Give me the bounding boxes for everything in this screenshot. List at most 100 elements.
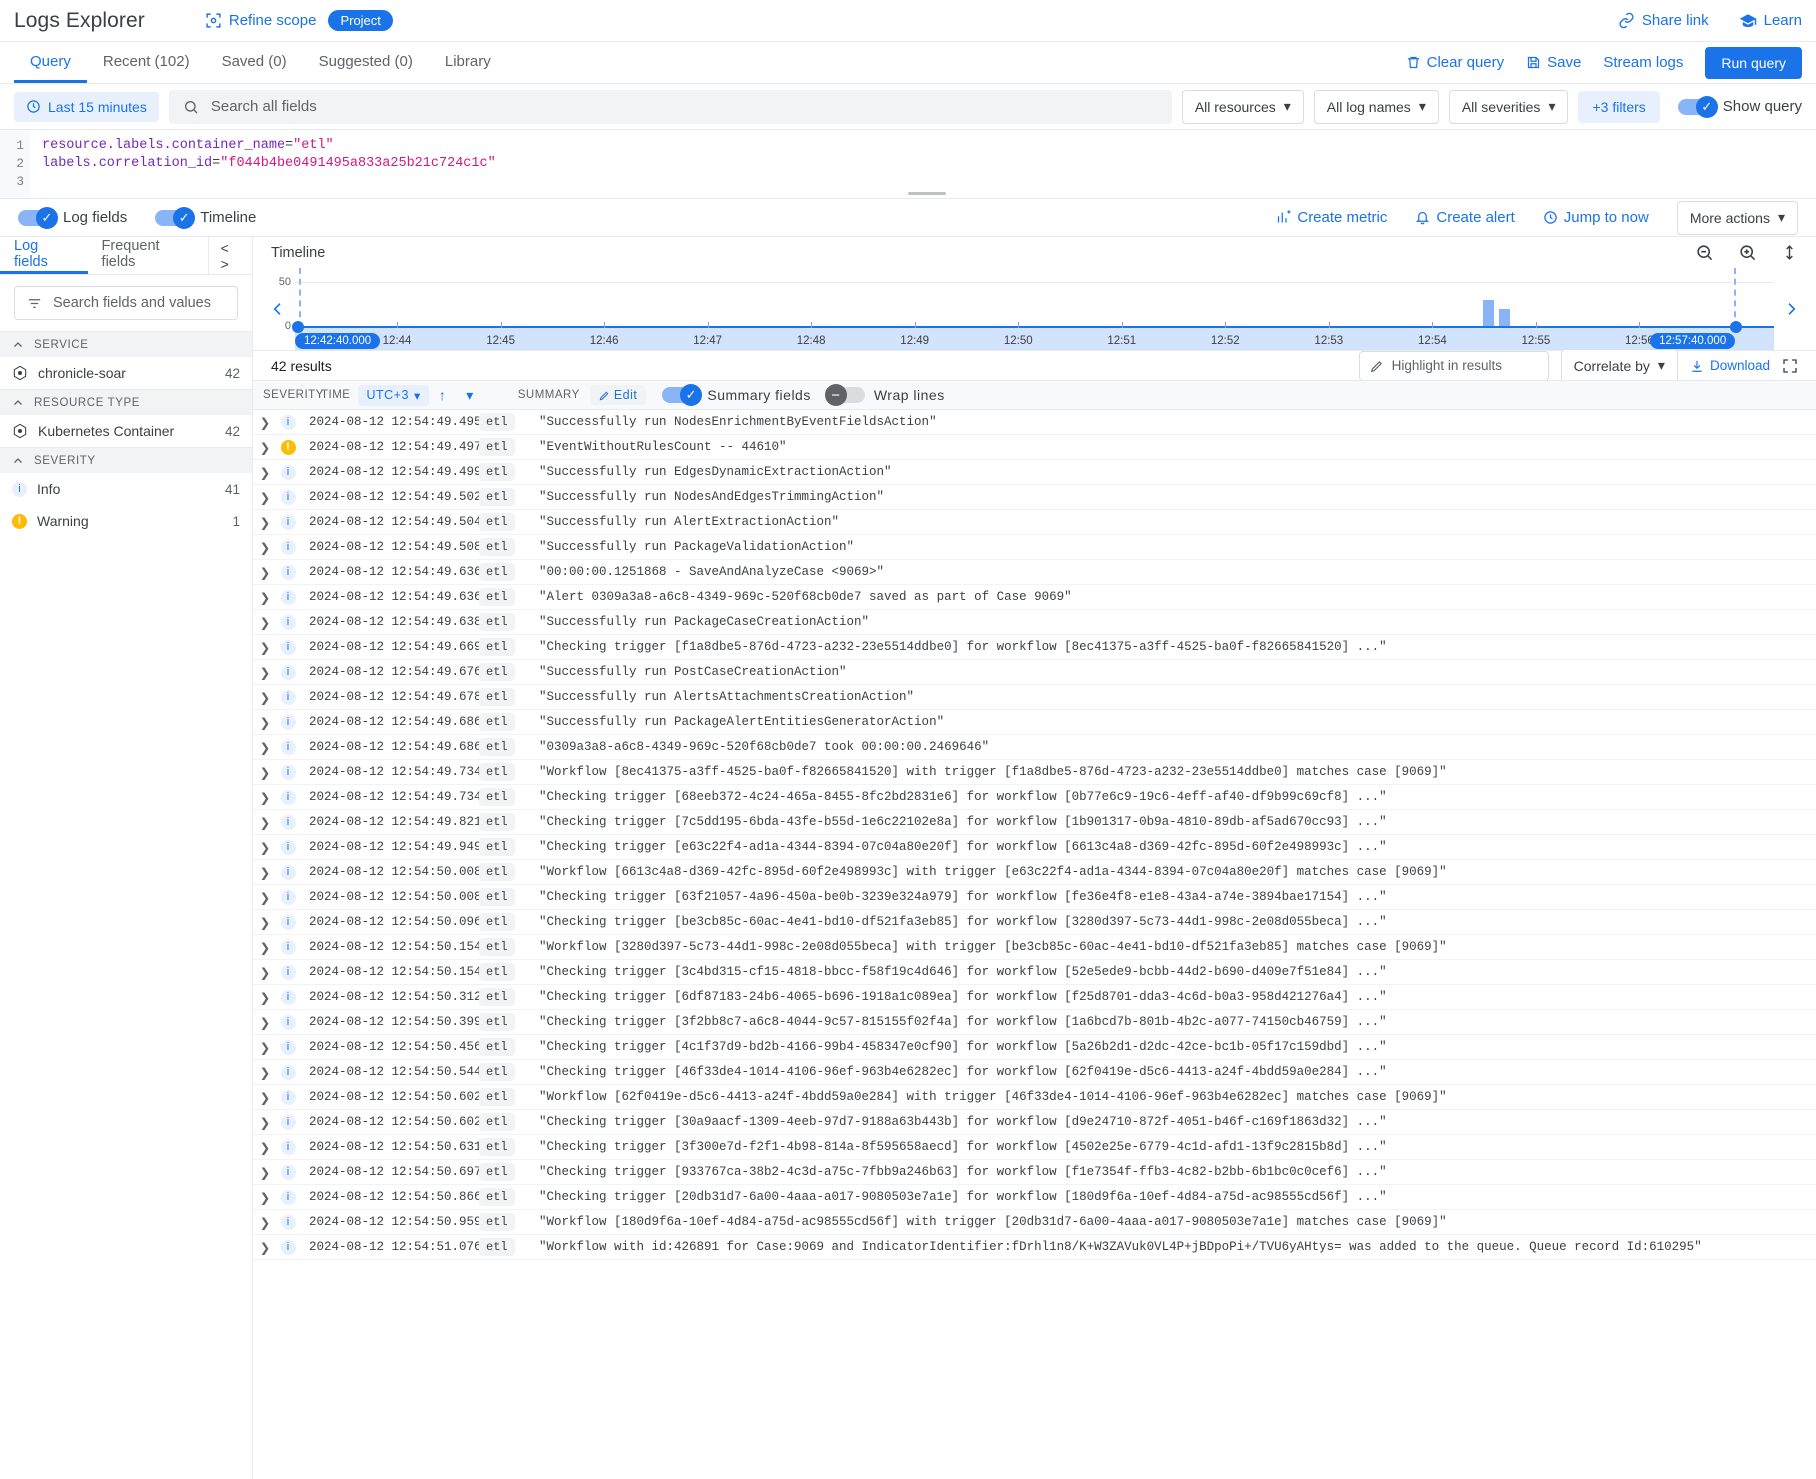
expand-row-icon[interactable]: ❯: [253, 515, 277, 530]
expand-row-icon[interactable]: ❯: [253, 465, 277, 480]
correlate-by-dropdown[interactable]: Correlate by ▾: [1561, 349, 1678, 383]
fullscreen-icon[interactable]: [1782, 358, 1798, 374]
table-row[interactable]: ❯!2024-08-12 12:54:49.497etl"EventWithou…: [253, 435, 1816, 460]
table-row[interactable]: ❯i2024-08-12 12:54:49.669etl"Checking tr…: [253, 635, 1816, 660]
table-row[interactable]: ❯i2024-08-12 12:54:50.154etl"Workflow [3…: [253, 935, 1816, 960]
create-metric-button[interactable]: Create metric: [1276, 209, 1387, 226]
clear-query-button[interactable]: Clear query: [1406, 54, 1505, 71]
all-resources-dropdown[interactable]: All resources ▾: [1182, 90, 1304, 124]
expand-row-icon[interactable]: ❯: [253, 440, 277, 455]
tab-saved[interactable]: Saved (0): [206, 42, 303, 83]
expand-row-icon[interactable]: ❯: [253, 590, 277, 605]
expand-row-icon[interactable]: ❯: [253, 665, 277, 680]
group-header-severity[interactable]: SEVERITY: [0, 447, 252, 473]
save-button[interactable]: Save: [1526, 54, 1581, 71]
expand-row-icon[interactable]: ❯: [253, 415, 277, 430]
table-row[interactable]: ❯i2024-08-12 12:54:49.495etl"Successfull…: [253, 410, 1816, 435]
timeline-chart[interactable]: 50 0: [253, 268, 1816, 350]
expand-row-icon[interactable]: ❯: [253, 965, 277, 980]
expand-row-icon[interactable]: ❯: [253, 840, 277, 855]
expand-row-icon[interactable]: ❯: [253, 715, 277, 730]
expand-row-icon[interactable]: ❯: [253, 490, 277, 505]
zoom-in-icon[interactable]: [1738, 243, 1757, 262]
table-row[interactable]: ❯i2024-08-12 12:54:51.076etl"Workflow wi…: [253, 1235, 1816, 1260]
time-range-selector[interactable]: Last 15 minutes: [14, 92, 159, 122]
histogram-bar[interactable]: [1499, 309, 1510, 326]
create-alert-button[interactable]: Create alert: [1415, 209, 1514, 226]
all-severities-dropdown[interactable]: All severities ▾: [1449, 90, 1569, 124]
expand-row-icon[interactable]: ❯: [253, 890, 277, 905]
table-row[interactable]: ❯i2024-08-12 12:54:49.949etl"Checking tr…: [253, 835, 1816, 860]
table-row[interactable]: ❯i2024-08-12 12:54:49.734etl"Workflow [8…: [253, 760, 1816, 785]
expand-row-icon[interactable]: ❯: [253, 1190, 277, 1205]
summary-fields-toggle[interactable]: [662, 387, 698, 403]
expand-row-icon[interactable]: ❯: [253, 915, 277, 930]
sort-menu-button[interactable]: ▾: [456, 387, 484, 404]
table-row[interactable]: ❯i2024-08-12 12:54:49.686etl"Successfull…: [253, 710, 1816, 735]
query-code[interactable]: resource.labels.container_name="etl" lab…: [30, 130, 1816, 198]
expand-row-icon[interactable]: ❯: [253, 1115, 277, 1130]
table-row[interactable]: ❯i2024-08-12 12:54:50.866etl"Checking tr…: [253, 1185, 1816, 1210]
highlight-input[interactable]: Highlight in results: [1359, 351, 1549, 381]
table-row[interactable]: ❯i2024-08-12 12:54:49.821etl"Checking tr…: [253, 810, 1816, 835]
timeline-next-button[interactable]: [1774, 268, 1808, 350]
editor-resize-handle[interactable]: [908, 192, 946, 195]
table-row[interactable]: ❯i2024-08-12 12:54:50.154etl"Checking tr…: [253, 960, 1816, 985]
expand-row-icon[interactable]: ❯: [253, 940, 277, 955]
sidebar-item-warning[interactable]: ! Warning 1: [0, 505, 252, 537]
refine-scope-button[interactable]: Refine scope: [205, 12, 317, 29]
table-row[interactable]: ❯i2024-08-12 12:54:50.631etl"Checking tr…: [253, 1135, 1816, 1160]
expand-row-icon[interactable]: ❯: [253, 790, 277, 805]
tab-recent[interactable]: Recent (102): [87, 42, 206, 83]
table-row[interactable]: ❯i2024-08-12 12:54:50.008etl"Checking tr…: [253, 885, 1816, 910]
search-input[interactable]: Search all fields: [169, 90, 1172, 124]
expand-row-icon[interactable]: ❯: [253, 1215, 277, 1230]
range-start-handle[interactable]: [292, 321, 304, 333]
table-row[interactable]: ❯i2024-08-12 12:54:50.602etl"Workflow [6…: [253, 1085, 1816, 1110]
table-row[interactable]: ❯i2024-08-12 12:54:50.096etl"Checking tr…: [253, 910, 1816, 935]
expand-row-icon[interactable]: ❯: [253, 865, 277, 880]
expand-row-icon[interactable]: ❯: [253, 1090, 277, 1105]
table-row[interactable]: ❯i2024-08-12 12:54:49.638etl"Successfull…: [253, 610, 1816, 635]
scope-chip[interactable]: Project: [328, 10, 392, 31]
group-header-service[interactable]: SERVICE: [0, 331, 252, 357]
expand-row-icon[interactable]: ❯: [253, 815, 277, 830]
expand-row-icon[interactable]: ❯: [253, 640, 277, 655]
table-row[interactable]: ❯i2024-08-12 12:54:49.678etl"Successfull…: [253, 685, 1816, 710]
expand-row-icon[interactable]: ❯: [253, 765, 277, 780]
table-row[interactable]: ❯i2024-08-12 12:54:49.504etl"Successfull…: [253, 510, 1816, 535]
expand-row-icon[interactable]: ❯: [253, 740, 277, 755]
share-link-button[interactable]: Share link: [1618, 12, 1709, 29]
wrap-lines-toggle[interactable]: [829, 387, 865, 403]
expand-row-icon[interactable]: ❯: [253, 540, 277, 555]
group-header-resource-type[interactable]: RESOURCE TYPE: [0, 389, 252, 415]
table-row[interactable]: ❯i2024-08-12 12:54:50.697etl"Checking tr…: [253, 1160, 1816, 1185]
histogram-bar[interactable]: [1483, 300, 1494, 326]
learn-button[interactable]: Learn: [1739, 12, 1802, 30]
table-row[interactable]: ❯i2024-08-12 12:54:50.312etl"Checking tr…: [253, 985, 1816, 1010]
timeline-toggle[interactable]: [155, 210, 191, 226]
sort-ascending-button[interactable]: ↑: [429, 387, 457, 403]
table-row[interactable]: ❯i2024-08-12 12:54:49.499etl"Successfull…: [253, 460, 1816, 485]
edit-summary-fields-button[interactable]: Edit: [590, 385, 647, 405]
zoom-out-icon[interactable]: [1695, 243, 1714, 262]
tab-library[interactable]: Library: [429, 42, 507, 83]
timezone-selector[interactable]: UTC+3 ▾: [358, 385, 428, 406]
sidebar-search-input[interactable]: Search fields and values: [14, 286, 238, 320]
time-range-band[interactable]: [295, 326, 1774, 350]
expand-row-icon[interactable]: ❯: [253, 1165, 277, 1180]
collapse-sidebar-icon[interactable]: < >: [208, 237, 252, 274]
sidebar-tab-log-fields[interactable]: Log fields: [0, 237, 88, 274]
expand-collapse-icon[interactable]: [1781, 244, 1798, 261]
expand-row-icon[interactable]: ❯: [253, 615, 277, 630]
table-row[interactable]: ❯i2024-08-12 12:54:49.686etl"0309a3a8-a6…: [253, 735, 1816, 760]
sidebar-item-kubernetes-container[interactable]: Kubernetes Container 42: [0, 415, 252, 447]
table-row[interactable]: ❯i2024-08-12 12:54:50.008etl"Workflow [6…: [253, 860, 1816, 885]
table-row[interactable]: ❯i2024-08-12 12:54:50.456etl"Checking tr…: [253, 1035, 1816, 1060]
sidebar-item-info[interactable]: i Info 41: [0, 473, 252, 505]
expand-row-icon[interactable]: ❯: [253, 1015, 277, 1030]
expand-row-icon[interactable]: ❯: [253, 690, 277, 705]
table-row[interactable]: ❯i2024-08-12 12:54:49.502etl"Successfull…: [253, 485, 1816, 510]
table-row[interactable]: ❯i2024-08-12 12:54:49.636etl"00:00:00.12…: [253, 560, 1816, 585]
range-end-handle[interactable]: [1730, 321, 1742, 333]
